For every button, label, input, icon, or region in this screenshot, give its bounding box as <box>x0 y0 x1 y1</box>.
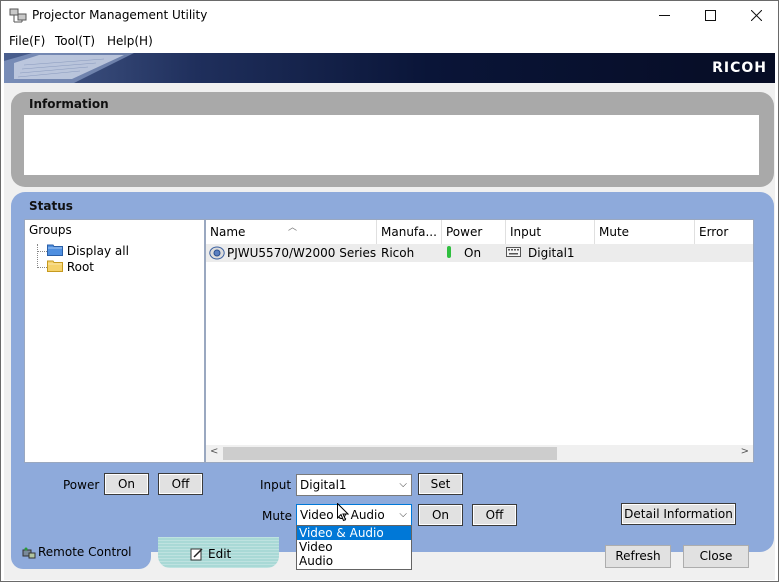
cell-input: Digital1 <box>528 246 575 260</box>
minimize-icon <box>658 10 670 25</box>
chevron-down-icon: ⌵ <box>399 509 407 520</box>
mute-option-video-audio[interactable]: Video & Audio <box>297 526 411 540</box>
tree-item-label: Root <box>66 260 95 274</box>
close-window-button[interactable] <box>733 1 778 31</box>
menu-bar: File(F) Tool(T) Help(H) <box>1 31 778 53</box>
cell-name: PJWU5570/W2000 Series <box>227 246 377 260</box>
column-header-name[interactable]: ︿ Name <box>206 220 377 244</box>
list-header: ︿ Name Manufa... Power Input Mute Error <box>206 220 753 244</box>
folder-blue-icon <box>47 243 63 260</box>
column-header-error[interactable]: Error <box>695 220 753 244</box>
input-set-button[interactable]: Set <box>418 473 463 495</box>
menu-tool[interactable]: Tool(T) <box>55 34 95 48</box>
scroll-left-icon[interactable]: < <box>210 446 218 457</box>
power-on-button[interactable]: On <box>104 473 149 495</box>
power-on-indicator-icon <box>447 246 451 258</box>
mute-label: Mute <box>262 509 293 523</box>
ricoh-logo: RICOH <box>712 60 767 76</box>
input-select[interactable]: Digital1 ⌵ <box>296 474 412 496</box>
scroll-right-icon[interactable]: > <box>741 446 749 457</box>
tab-edit[interactable]: Edit <box>158 537 279 568</box>
tree-item-root[interactable]: Root <box>47 259 94 275</box>
brand-banner: RICOH <box>4 53 775 83</box>
power-label: Power <box>63 478 100 492</box>
power-off-button[interactable]: Off <box>158 473 203 495</box>
tab-label: Edit <box>208 547 232 561</box>
column-header-input[interactable]: Input <box>506 220 595 244</box>
sort-up-icon: ︿ <box>288 223 298 233</box>
scrollbar-thumb[interactable] <box>223 447 557 460</box>
column-header-mute[interactable]: Mute <box>595 220 695 244</box>
projector-network-icon <box>9 8 27 24</box>
keyboard-input-icon <box>506 244 521 262</box>
close-button[interactable]: Close <box>683 545 749 568</box>
input-label: Input <box>260 478 292 492</box>
folder-yellow-icon <box>47 259 63 276</box>
maximize-icon <box>704 10 716 25</box>
minimize-button[interactable] <box>641 1 687 31</box>
tree-item-label: Display all <box>66 244 129 258</box>
mute-on-button[interactable]: On <box>418 504 463 526</box>
horizontal-scrollbar[interactable]: < > <box>206 445 753 462</box>
column-header-power[interactable]: Power <box>442 220 506 244</box>
column-header-manufacturer[interactable]: Manufa... <box>377 220 442 244</box>
tab-remote-control[interactable]: Remote Control <box>11 535 151 569</box>
laptop-graphic <box>4 53 134 83</box>
maximize-button[interactable] <box>687 1 733 31</box>
mute-option-video[interactable]: Video <box>297 540 411 554</box>
input-select-value: Digital1 <box>300 478 347 492</box>
cell-manufacturer: Ricoh <box>381 246 415 260</box>
information-body <box>24 115 759 175</box>
cell-power: On <box>464 246 482 260</box>
detail-information-button[interactable]: Detail Information <box>621 503 736 525</box>
status-panel: Status Groups Display all Root ︿ Name Ma… <box>11 192 774 552</box>
mute-off-button[interactable]: Off <box>472 504 517 526</box>
mouse-cursor-icon <box>337 503 349 522</box>
information-panel: Information <box>11 92 774 187</box>
title-bar: Projector Management Utility <box>1 1 778 31</box>
mute-option-audio[interactable]: Audio <box>297 554 411 568</box>
mute-dropdown-list: Video & Audio Video Audio <box>296 525 412 570</box>
edit-icon <box>190 536 204 570</box>
groups-tree: Groups Display all Root <box>24 219 205 463</box>
status-title: Status <box>29 199 73 213</box>
mute-select[interactable]: Video & Audio ⌵ <box>296 504 412 526</box>
information-title: Information <box>29 97 109 111</box>
tab-label: Remote Control <box>38 545 132 559</box>
menu-help[interactable]: Help(H) <box>107 34 153 48</box>
tree-lines <box>37 244 47 252</box>
chevron-down-icon: ⌵ <box>399 479 407 490</box>
projector-list: ︿ Name Manufa... Power Input Mute Error … <box>205 219 754 463</box>
refresh-button[interactable]: Refresh <box>605 545 671 568</box>
app-window: Projector Management Utility File(F) Too… <box>0 0 779 582</box>
table-row[interactable]: PJWU5570/W2000 Series Ricoh On Digital1 <box>206 244 753 262</box>
groups-header: Groups <box>29 223 72 237</box>
close-icon <box>750 9 762 25</box>
window-title: Projector Management Utility <box>32 8 208 22</box>
remote-control-icon <box>22 535 36 569</box>
menu-file[interactable]: File(F) <box>9 34 45 48</box>
tree-item-display-all[interactable]: Display all <box>47 243 129 259</box>
projector-icon <box>209 244 225 262</box>
